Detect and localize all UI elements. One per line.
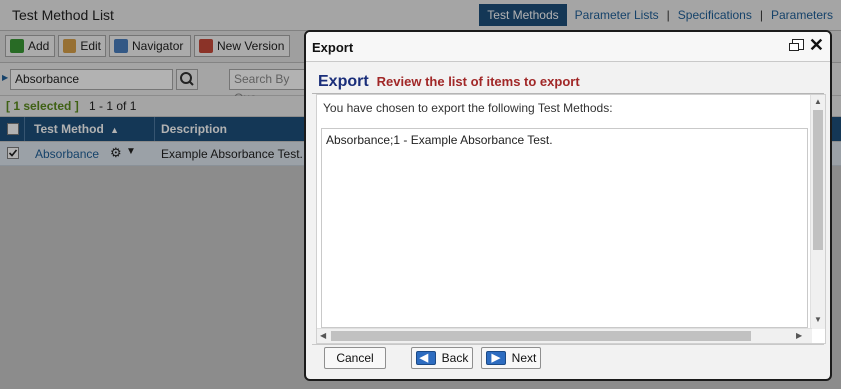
- dialog-titlebar: Export ✕: [306, 32, 830, 62]
- scroll-thumb[interactable]: [813, 110, 823, 250]
- export-items-box[interactable]: Absorbance;1 - Example Absorbance Test.: [321, 128, 808, 328]
- vertical-scrollbar[interactable]: ▲ ▼: [810, 95, 825, 329]
- export-message: You have chosen to export the following …: [323, 101, 613, 115]
- divider: [312, 344, 824, 345]
- close-icon[interactable]: ✕: [809, 35, 824, 55]
- restore-icon[interactable]: [789, 39, 804, 51]
- export-panel: You have chosen to export the following …: [316, 94, 826, 344]
- scroll-thumb[interactable]: [331, 331, 751, 341]
- export-dialog: Export ✕ Export Review the list of items…: [304, 30, 832, 381]
- next-button[interactable]: ▶ Next: [481, 347, 541, 369]
- cancel-button[interactable]: Cancel: [324, 347, 386, 369]
- back-button[interactable]: ◀ Back: [411, 347, 473, 369]
- dialog-subheading: Review the list of items to export: [376, 74, 580, 89]
- dialog-title: Export: [312, 40, 354, 55]
- next-label: Next: [511, 351, 537, 365]
- next-arrow-icon: ▶: [485, 351, 506, 365]
- dialog-heading: Export: [318, 73, 369, 90]
- scroll-right-icon[interactable]: ▶: [796, 331, 802, 341]
- back-label: Back: [441, 351, 469, 365]
- back-arrow-icon: ◀: [415, 351, 436, 365]
- scroll-up-icon[interactable]: ▲: [814, 97, 822, 107]
- scroll-left-icon[interactable]: ◀: [320, 331, 326, 341]
- scroll-down-icon[interactable]: ▼: [814, 315, 822, 325]
- horizontal-scrollbar[interactable]: ◀ ▶: [317, 328, 812, 343]
- dialog-header: Export Review the list of items to expor…: [318, 73, 580, 91]
- export-items-text: Absorbance;1 - Example Absorbance Test.: [326, 133, 553, 147]
